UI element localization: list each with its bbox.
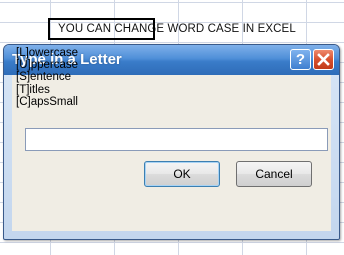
prompt-line-lowercase: [L]owercase	[16, 47, 79, 59]
prompt-line-capssmall: [C]apsSmall	[16, 95, 78, 108]
question-mark-icon: ?	[295, 51, 306, 68]
letter-input[interactable]	[25, 128, 328, 151]
prompt-line-uppercase: [U]ppercase	[16, 59, 79, 72]
prompt-line-titles: [T]itles	[16, 83, 50, 96]
help-button[interactable]: ?	[290, 49, 311, 70]
prompt-line-sentence: [S]entence	[16, 71, 71, 84]
close-icon	[317, 53, 330, 66]
dialog-prompt: [L]owercase [U]ppercase [S]entence [T]it…	[16, 47, 78, 108]
active-cell-border[interactable]	[48, 18, 155, 40]
close-button[interactable]	[313, 49, 334, 70]
ok-button[interactable]: OK	[144, 161, 220, 187]
cancel-button[interactable]: Cancel	[236, 161, 312, 187]
